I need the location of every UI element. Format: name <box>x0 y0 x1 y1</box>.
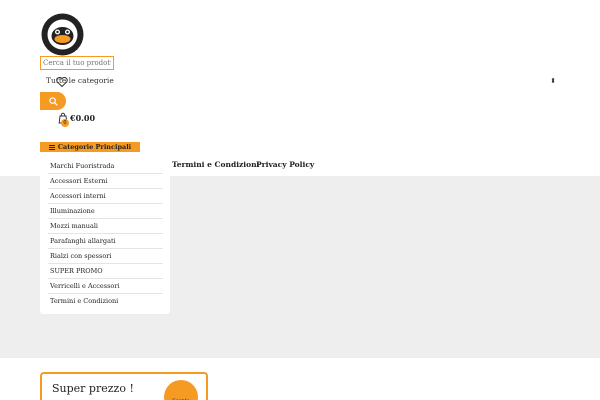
promo-badge: Sconto <box>164 380 198 400</box>
cart-total[interactable]: €0.00 <box>70 113 95 123</box>
category-item[interactable]: Marchi Fuoristrada <box>48 159 163 174</box>
category-item[interactable]: Illuminazione <box>48 204 163 219</box>
category-item[interactable]: Verricelli e Accessori <box>48 279 163 294</box>
category-item[interactable]: Accessori Esterni <box>48 174 163 189</box>
nav-link-privacy[interactable]: Privacy Policy <box>256 160 314 169</box>
category-select[interactable]: Tutte le categorie ⬍ <box>40 74 560 88</box>
menu-icon <box>48 144 55 150</box>
category-item[interactable]: Accessori interni <box>48 189 163 204</box>
cart-count-badge: 0 <box>61 119 69 127</box>
category-item[interactable]: Rialzi con spessori <box>48 249 163 264</box>
search-icon <box>48 96 58 106</box>
search-input[interactable] <box>40 56 114 70</box>
category-item[interactable]: SUPER PROMO <box>48 264 163 279</box>
category-item[interactable]: Parafanghi allargati <box>48 234 163 249</box>
category-item[interactable]: Termini e Condizioni <box>48 294 163 309</box>
duck-logo-icon[interactable] <box>40 12 85 57</box>
search-button[interactable] <box>40 92 66 110</box>
categories-menu-button[interactable]: Categorie Principali <box>40 142 140 152</box>
promo-card: Super prezzo ! Sconto <box>40 372 208 400</box>
heart-icon[interactable] <box>56 77 68 87</box>
nav-link-terms[interactable]: Termini e Condizioni <box>172 160 259 169</box>
promo-title: Super prezzo ! <box>52 382 134 395</box>
select-arrows-icon: ⬍ <box>550 77 556 85</box>
categories-menu-label: Categorie Principali <box>57 143 132 151</box>
category-item[interactable]: Mozzi manuali <box>48 219 163 234</box>
categories-dropdown: Marchi Fuoristrada Accessori Esterni Acc… <box>40 156 170 314</box>
